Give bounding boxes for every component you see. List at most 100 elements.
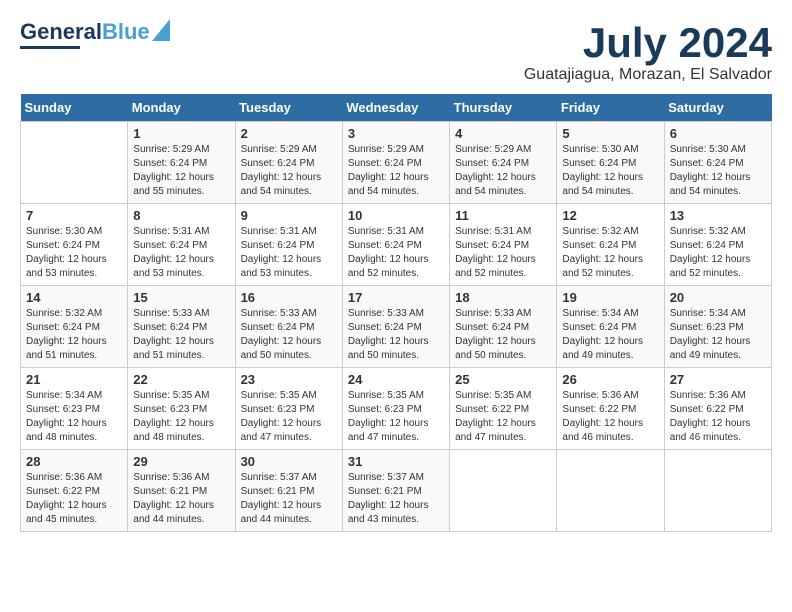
week-row-3: 14 Sunrise: 5:32 AM Sunset: 6:24 PM Dayli… [21, 286, 772, 368]
calendar-cell: 31 Sunrise: 5:37 AM Sunset: 6:21 PM Dayli… [342, 450, 449, 532]
day-number: 3 [348, 126, 444, 141]
day-info: Sunrise: 5:33 AM Sunset: 6:24 PM Dayligh… [348, 307, 444, 363]
week-row-5: 28Sunrise: 5:36 AM Sunset: 6:22 PM Dayli… [21, 450, 772, 532]
calendar-cell: 5 Sunrise: 5:30 AM Sunset: 6:24 PM Daylig… [557, 122, 664, 204]
day-number: 13 [670, 208, 766, 223]
day-info: Sunrise: 5:35 AM Sunset: 6:23 PM Dayligh… [133, 389, 229, 445]
calendar-cell: 21Sunrise: 5:34 AM Sunset: 6:23 PM Dayli… [21, 368, 128, 450]
day-info: Sunrise: 5:30 AM Sunset: 6:24 PM Dayligh… [670, 143, 766, 199]
day-info: Sunrise: 5:32 AM Sunset: 6:24 PM Dayligh… [562, 225, 658, 281]
column-header-monday: Monday [128, 94, 235, 122]
column-header-tuesday: Tuesday [235, 94, 342, 122]
calendar-cell: 13 Sunrise: 5:32 AM Sunset: 6:24 PM Dayli… [664, 204, 771, 286]
day-number: 9 [241, 208, 337, 223]
column-header-sunday: Sunday [21, 94, 128, 122]
day-info: Sunrise: 5:29 AM Sunset: 6:24 PM Dayligh… [455, 143, 551, 199]
calendar-cell: 15 Sunrise: 5:33 AM Sunset: 6:24 PM Dayli… [128, 286, 235, 368]
day-info: Sunrise: 5:36 AM Sunset: 6:22 PM Dayligh… [670, 389, 766, 445]
column-header-saturday: Saturday [664, 94, 771, 122]
day-number: 10 [348, 208, 444, 223]
day-number: 8 [133, 208, 229, 223]
calendar-cell: 14 Sunrise: 5:32 AM Sunset: 6:24 PM Dayli… [21, 286, 128, 368]
day-info: Sunrise: 5:37 AM Sunset: 6:21 PM Dayligh… [241, 471, 337, 527]
column-header-thursday: Thursday [450, 94, 557, 122]
day-info: Sunrise: 5:30 AM Sunset: 6:24 PM Dayligh… [26, 225, 122, 281]
day-info: Sunrise: 5:32 AM Sunset: 6:24 PM Dayligh… [26, 307, 122, 363]
day-number: 23 [241, 372, 337, 387]
calendar-cell [664, 450, 771, 532]
day-number: 29 [133, 454, 229, 469]
day-number: 16 [241, 290, 337, 305]
calendar-cell: 4 Sunrise: 5:29 AM Sunset: 6:24 PM Daylig… [450, 122, 557, 204]
calendar-cell: 2 Sunrise: 5:29 AM Sunset: 6:24 PM Daylig… [235, 122, 342, 204]
day-number: 6 [670, 126, 766, 141]
week-row-2: 7Sunrise: 5:30 AM Sunset: 6:24 PM Daylig… [21, 204, 772, 286]
day-info: Sunrise: 5:35 AM Sunset: 6:23 PM Dayligh… [348, 389, 444, 445]
calendar-cell: 30Sunrise: 5:37 AM Sunset: 6:21 PM Dayli… [235, 450, 342, 532]
day-number: 4 [455, 126, 551, 141]
day-number: 5 [562, 126, 658, 141]
day-info: Sunrise: 5:31 AM Sunset: 6:24 PM Dayligh… [241, 225, 337, 281]
logo-text: GeneralBlue [20, 20, 150, 44]
location: Guatajiagua, Morazan, El Salvador [524, 66, 772, 84]
day-info: Sunrise: 5:31 AM Sunset: 6:24 PM Dayligh… [133, 225, 229, 281]
day-info: Sunrise: 5:33 AM Sunset: 6:24 PM Dayligh… [133, 307, 229, 363]
calendar-table: SundayMondayTuesdayWednesdayThursdayFrid… [20, 94, 772, 532]
day-number: 31 [348, 454, 444, 469]
calendar-cell [557, 450, 664, 532]
calendar-cell: 12Sunrise: 5:32 AM Sunset: 6:24 PM Dayli… [557, 204, 664, 286]
day-info: Sunrise: 5:35 AM Sunset: 6:22 PM Dayligh… [455, 389, 551, 445]
day-info: Sunrise: 5:31 AM Sunset: 6:24 PM Dayligh… [455, 225, 551, 281]
calendar-cell: 1Sunrise: 5:29 AM Sunset: 6:24 PM Daylig… [128, 122, 235, 204]
calendar-cell: 25 Sunrise: 5:35 AM Sunset: 6:22 PM Dayli… [450, 368, 557, 450]
day-info: Sunrise: 5:36 AM Sunset: 6:22 PM Dayligh… [562, 389, 658, 445]
page-header: GeneralBlue July 2024 Guatajiagua, Moraz… [20, 20, 772, 84]
calendar-cell: 11 Sunrise: 5:31 AM Sunset: 6:24 PM Dayli… [450, 204, 557, 286]
calendar-cell: 6 Sunrise: 5:30 AM Sunset: 6:24 PM Daylig… [664, 122, 771, 204]
calendar-header-row: SundayMondayTuesdayWednesdayThursdayFrid… [21, 94, 772, 122]
logo-icon [152, 19, 170, 41]
day-number: 17 [348, 290, 444, 305]
calendar-cell: 23 Sunrise: 5:35 AM Sunset: 6:23 PM Dayli… [235, 368, 342, 450]
calendar-cell: 24 Sunrise: 5:35 AM Sunset: 6:23 PM Dayli… [342, 368, 449, 450]
day-info: Sunrise: 5:32 AM Sunset: 6:24 PM Dayligh… [670, 225, 766, 281]
title-block: July 2024 Guatajiagua, Morazan, El Salva… [524, 20, 772, 84]
day-number: 20 [670, 290, 766, 305]
week-row-1: 1Sunrise: 5:29 AM Sunset: 6:24 PM Daylig… [21, 122, 772, 204]
calendar-cell: 29 Sunrise: 5:36 AM Sunset: 6:21 PM Dayli… [128, 450, 235, 532]
day-info: Sunrise: 5:33 AM Sunset: 6:24 PM Dayligh… [455, 307, 551, 363]
day-info: Sunrise: 5:29 AM Sunset: 6:24 PM Dayligh… [133, 143, 229, 199]
calendar-cell: 28Sunrise: 5:36 AM Sunset: 6:22 PM Dayli… [21, 450, 128, 532]
day-info: Sunrise: 5:34 AM Sunset: 6:24 PM Dayligh… [562, 307, 658, 363]
day-number: 24 [348, 372, 444, 387]
day-info: Sunrise: 5:29 AM Sunset: 6:24 PM Dayligh… [241, 143, 337, 199]
day-number: 22 [133, 372, 229, 387]
calendar-cell: 27 Sunrise: 5:36 AM Sunset: 6:22 PM Dayli… [664, 368, 771, 450]
day-info: Sunrise: 5:29 AM Sunset: 6:24 PM Dayligh… [348, 143, 444, 199]
day-info: Sunrise: 5:36 AM Sunset: 6:21 PM Dayligh… [133, 471, 229, 527]
calendar-cell: 16 Sunrise: 5:33 AM Sunset: 6:24 PM Dayli… [235, 286, 342, 368]
day-number: 28 [26, 454, 122, 469]
calendar-cell: 18 Sunrise: 5:33 AM Sunset: 6:24 PM Dayli… [450, 286, 557, 368]
day-info: Sunrise: 5:35 AM Sunset: 6:23 PM Dayligh… [241, 389, 337, 445]
day-number: 14 [26, 290, 122, 305]
calendar-cell: 22 Sunrise: 5:35 AM Sunset: 6:23 PM Dayli… [128, 368, 235, 450]
calendar-cell: 3 Sunrise: 5:29 AM Sunset: 6:24 PM Daylig… [342, 122, 449, 204]
day-number: 19 [562, 290, 658, 305]
day-info: Sunrise: 5:37 AM Sunset: 6:21 PM Dayligh… [348, 471, 444, 527]
calendar-cell: 20Sunrise: 5:34 AM Sunset: 6:23 PM Dayli… [664, 286, 771, 368]
day-number: 18 [455, 290, 551, 305]
day-number: 11 [455, 208, 551, 223]
calendar-cell: 26Sunrise: 5:36 AM Sunset: 6:22 PM Dayli… [557, 368, 664, 450]
day-number: 15 [133, 290, 229, 305]
calendar-cell: 19 Sunrise: 5:34 AM Sunset: 6:24 PM Dayli… [557, 286, 664, 368]
logo: GeneralBlue [20, 20, 170, 49]
day-info: Sunrise: 5:33 AM Sunset: 6:24 PM Dayligh… [241, 307, 337, 363]
day-number: 2 [241, 126, 337, 141]
day-info: Sunrise: 5:30 AM Sunset: 6:24 PM Dayligh… [562, 143, 658, 199]
calendar-cell: 8 Sunrise: 5:31 AM Sunset: 6:24 PM Daylig… [128, 204, 235, 286]
calendar-cell: 9 Sunrise: 5:31 AM Sunset: 6:24 PM Daylig… [235, 204, 342, 286]
day-number: 25 [455, 372, 551, 387]
day-number: 27 [670, 372, 766, 387]
logo-line [20, 46, 80, 49]
